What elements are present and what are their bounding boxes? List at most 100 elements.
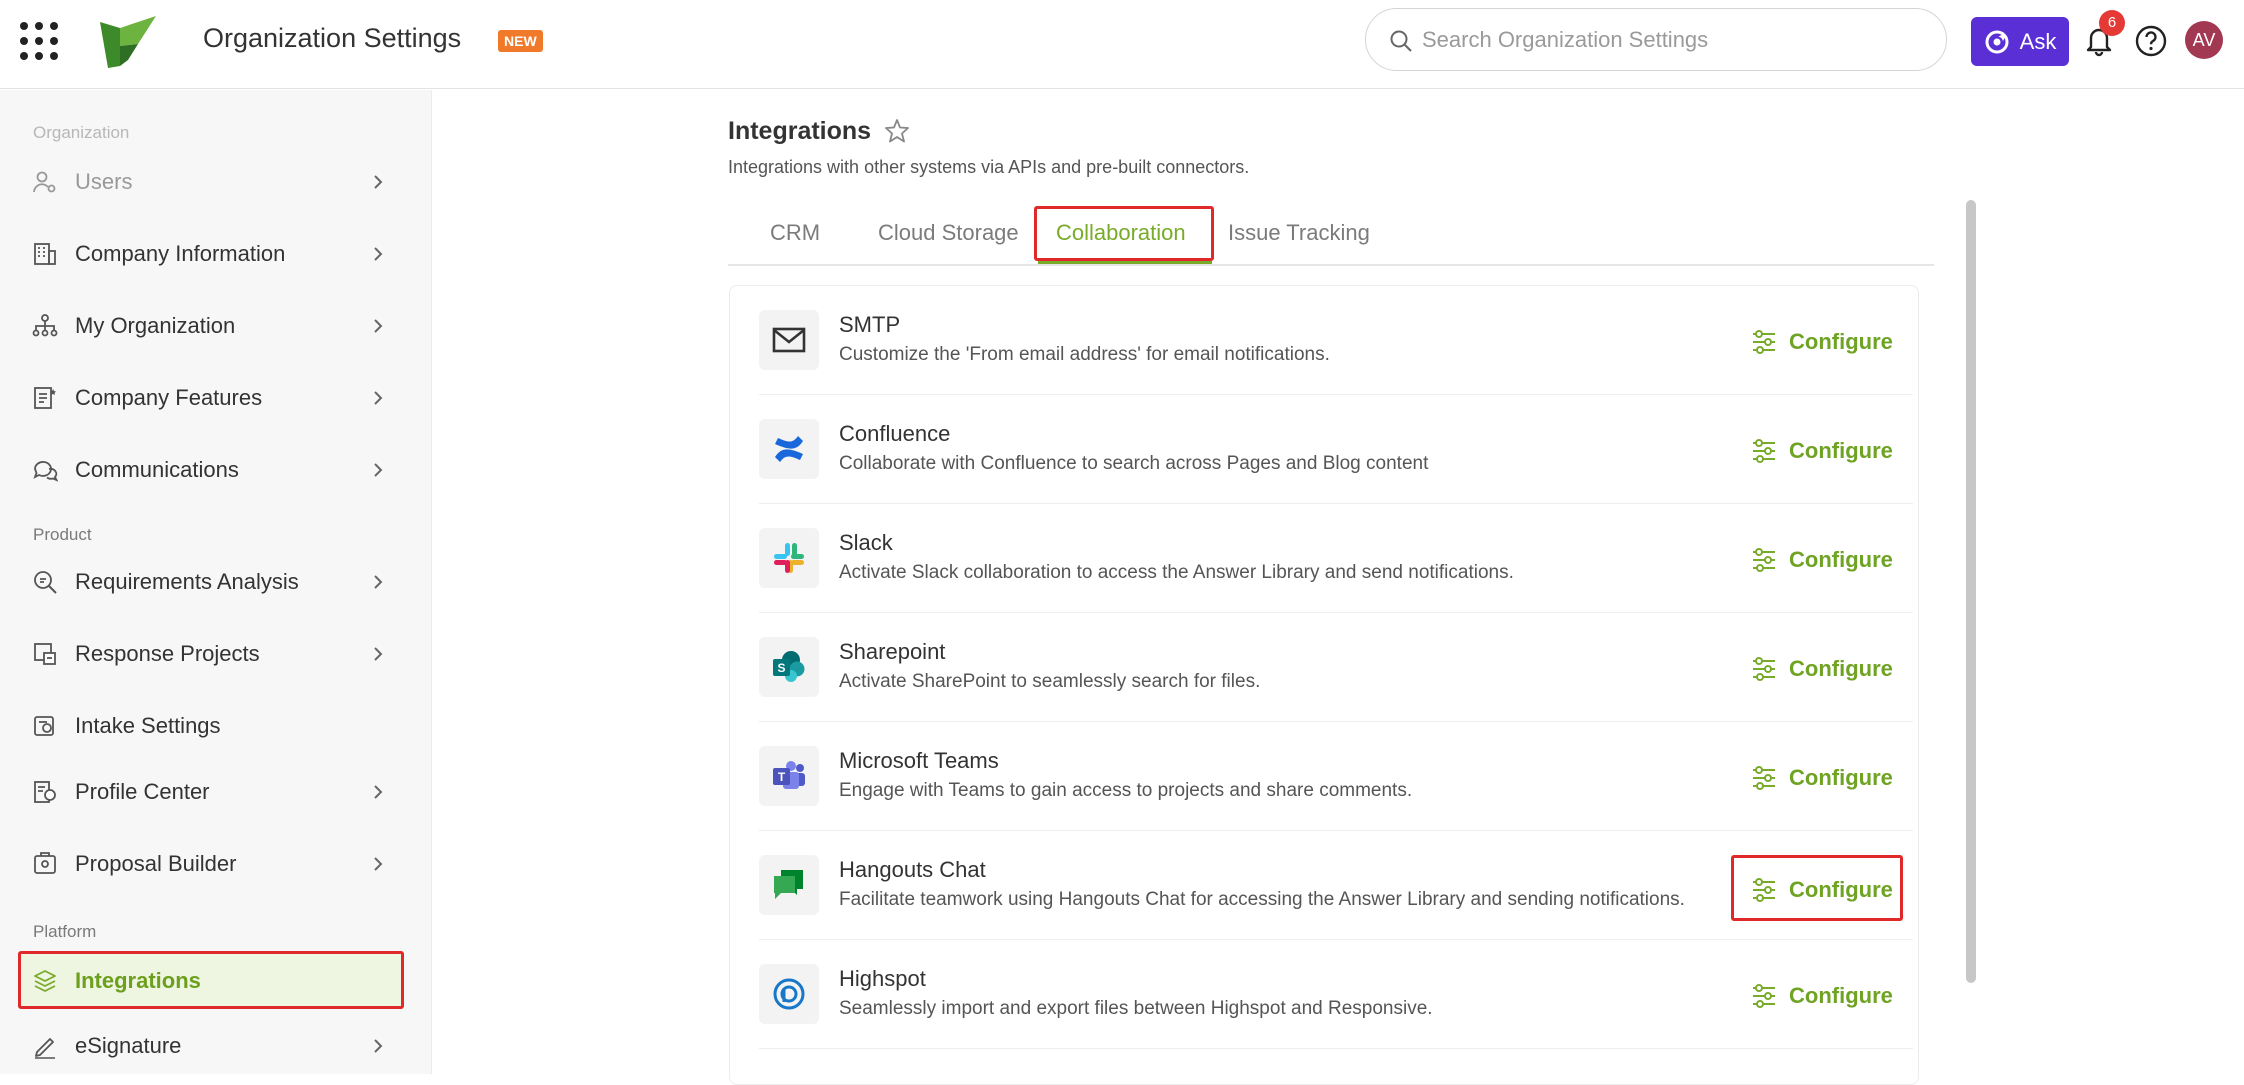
integration-tabs: CRM Cloud Storage Collaboration Issue Tr… bbox=[728, 202, 1934, 266]
search-bar[interactable] bbox=[1365, 8, 1947, 71]
sidebar-item-requirements-analysis[interactable]: Requirements Analysis bbox=[18, 552, 404, 610]
active-tab-indicator bbox=[1038, 261, 1212, 264]
integration-logo bbox=[759, 310, 819, 370]
list-item: Highspot Seamlessly import and export fi… bbox=[759, 940, 1913, 1049]
ask-button[interactable]: Ask bbox=[1971, 17, 2069, 66]
ai-assistant-icon bbox=[1985, 30, 2009, 53]
search-analysis-icon bbox=[34, 571, 57, 594]
hangouts-chat-icon bbox=[774, 870, 803, 899]
integration-description: Activate Slack collaboration to access t… bbox=[839, 562, 1514, 583]
ask-label: Ask bbox=[2019, 28, 2057, 54]
users-gear-icon bbox=[33, 171, 56, 193]
chevron-right-icon bbox=[374, 175, 383, 189]
chevron-right-icon bbox=[374, 247, 383, 261]
highspot-icon bbox=[773, 978, 805, 1010]
configure-label: Configure bbox=[1789, 547, 1893, 572]
integration-description: Engage with Teams to gain access to proj… bbox=[839, 780, 1413, 801]
features-list-icon bbox=[34, 387, 56, 409]
integration-name: Highspot bbox=[839, 966, 926, 991]
sidebar-item-integrations[interactable]: Integrations bbox=[18, 951, 404, 1009]
chevron-right-icon bbox=[374, 463, 383, 477]
sharepoint-icon: S bbox=[773, 651, 805, 682]
integration-logo bbox=[759, 419, 819, 479]
sidebar-item-label: Integrations bbox=[75, 968, 201, 993]
sidebar-item-company-information[interactable]: Company Information bbox=[18, 224, 404, 282]
chat-bubbles-icon bbox=[33, 461, 58, 482]
chevron-right-icon bbox=[374, 647, 383, 661]
building-icon bbox=[34, 243, 56, 265]
configure-button[interactable]: Configure bbox=[1734, 972, 1906, 1020]
layers-icon bbox=[34, 970, 56, 992]
app-title: Organization Settings bbox=[203, 23, 462, 53]
new-badge: NEW bbox=[498, 30, 543, 52]
configure-label: Configure bbox=[1789, 765, 1893, 790]
chevron-right-icon bbox=[374, 857, 383, 871]
tab-issue-tracking[interactable]: Issue Tracking bbox=[1228, 220, 1370, 246]
page-title: Integrations bbox=[728, 117, 872, 145]
sliders-icon bbox=[1753, 657, 1775, 681]
configure-button[interactable]: Configure bbox=[1734, 645, 1906, 693]
tab-cloud-storage[interactable]: Cloud Storage bbox=[878, 220, 1019, 246]
tab-crm[interactable]: CRM bbox=[770, 220, 820, 246]
sidebar-item-company-features[interactable]: Company Features bbox=[18, 368, 404, 426]
chevron-right-icon bbox=[374, 785, 383, 799]
integration-name: SMTP bbox=[839, 312, 901, 337]
section-label-organization: Organization bbox=[33, 123, 130, 142]
sidebar-item-users[interactable]: Users bbox=[18, 152, 404, 210]
integration-name: Hangouts Chat bbox=[839, 857, 986, 882]
sidebar-item-label: Response Projects bbox=[75, 641, 260, 666]
sidebar-item-label: Company Features bbox=[75, 385, 263, 410]
sidebar-item-intake-settings[interactable]: Intake Settings bbox=[18, 696, 404, 754]
sidebar-item-response-projects[interactable]: Response Projects bbox=[18, 624, 404, 682]
chevron-right-icon bbox=[374, 575, 383, 589]
sidebar-item-communications[interactable]: Communications bbox=[18, 440, 404, 498]
chevron-right-icon bbox=[374, 391, 383, 405]
configure-button[interactable]: Configure bbox=[1734, 427, 1906, 475]
integration-name: Microsoft Teams bbox=[839, 748, 999, 773]
chevron-right-icon bbox=[374, 1039, 383, 1053]
configure-button[interactable]: Configure bbox=[1734, 318, 1906, 366]
sliders-icon bbox=[1753, 766, 1775, 790]
brand-logo[interactable] bbox=[98, 14, 158, 70]
configure-button[interactable]: Configure bbox=[1734, 754, 1906, 802]
slack-icon bbox=[774, 543, 804, 573]
integration-logo: S bbox=[759, 637, 819, 697]
page-subtitle: Integrations with other systems via APIs… bbox=[728, 157, 1250, 177]
search-icon bbox=[1390, 30, 1412, 52]
sidebar-item-label: Proposal Builder bbox=[75, 851, 237, 876]
user-avatar[interactable]: AV bbox=[2185, 21, 2223, 59]
sidebar-item-profile-center[interactable]: Profile Center bbox=[18, 762, 404, 820]
profile-center-icon bbox=[34, 781, 56, 803]
help-icon[interactable] bbox=[2134, 24, 2168, 58]
integration-logo bbox=[759, 528, 819, 588]
section-label-product: Product bbox=[33, 525, 92, 544]
integration-name: Sharepoint bbox=[839, 639, 946, 664]
search-input[interactable] bbox=[1422, 23, 1922, 57]
chevron-right-icon bbox=[374, 319, 383, 333]
signature-pen-icon bbox=[35, 1038, 55, 1059]
sidebar-item-label: Profile Center bbox=[75, 779, 210, 804]
configure-button[interactable]: Configure bbox=[1731, 855, 1903, 921]
app-launcher-icon[interactable] bbox=[20, 22, 58, 60]
configure-label: Configure bbox=[1789, 656, 1893, 681]
integration-name: Confluence bbox=[839, 421, 951, 446]
sidebar-item-my-organization[interactable]: My Organization bbox=[18, 296, 404, 354]
favorite-star-icon[interactable] bbox=[883, 117, 911, 145]
configure-button[interactable]: Configure bbox=[1734, 536, 1906, 584]
integration-description: Collaborate with Confluence to search ac… bbox=[839, 453, 1429, 474]
list-item: Confluence Collaborate with Confluence t… bbox=[759, 395, 1913, 504]
proposal-builder-icon bbox=[34, 852, 56, 874]
integration-description: Seamlessly import and export files betwe… bbox=[839, 998, 1433, 1019]
sidebar-item-proposal-builder[interactable]: Proposal Builder bbox=[18, 834, 404, 892]
confluence-icon bbox=[775, 436, 803, 462]
list-item: SMTP Customize the 'From email address' … bbox=[759, 286, 1913, 395]
section-label-platform: Platform bbox=[33, 922, 97, 941]
intake-settings-icon bbox=[34, 716, 54, 736]
sidebar-item-label: Company Information bbox=[75, 241, 286, 266]
mail-icon bbox=[772, 327, 806, 353]
main-scrollbar[interactable] bbox=[1966, 200, 1976, 983]
teams-icon: T bbox=[773, 761, 805, 789]
sidebar-item-esignature[interactable]: eSignature bbox=[18, 1016, 404, 1074]
sidebar-item-label: Requirements Analysis bbox=[75, 569, 299, 594]
tab-highlight-box bbox=[1034, 206, 1214, 261]
